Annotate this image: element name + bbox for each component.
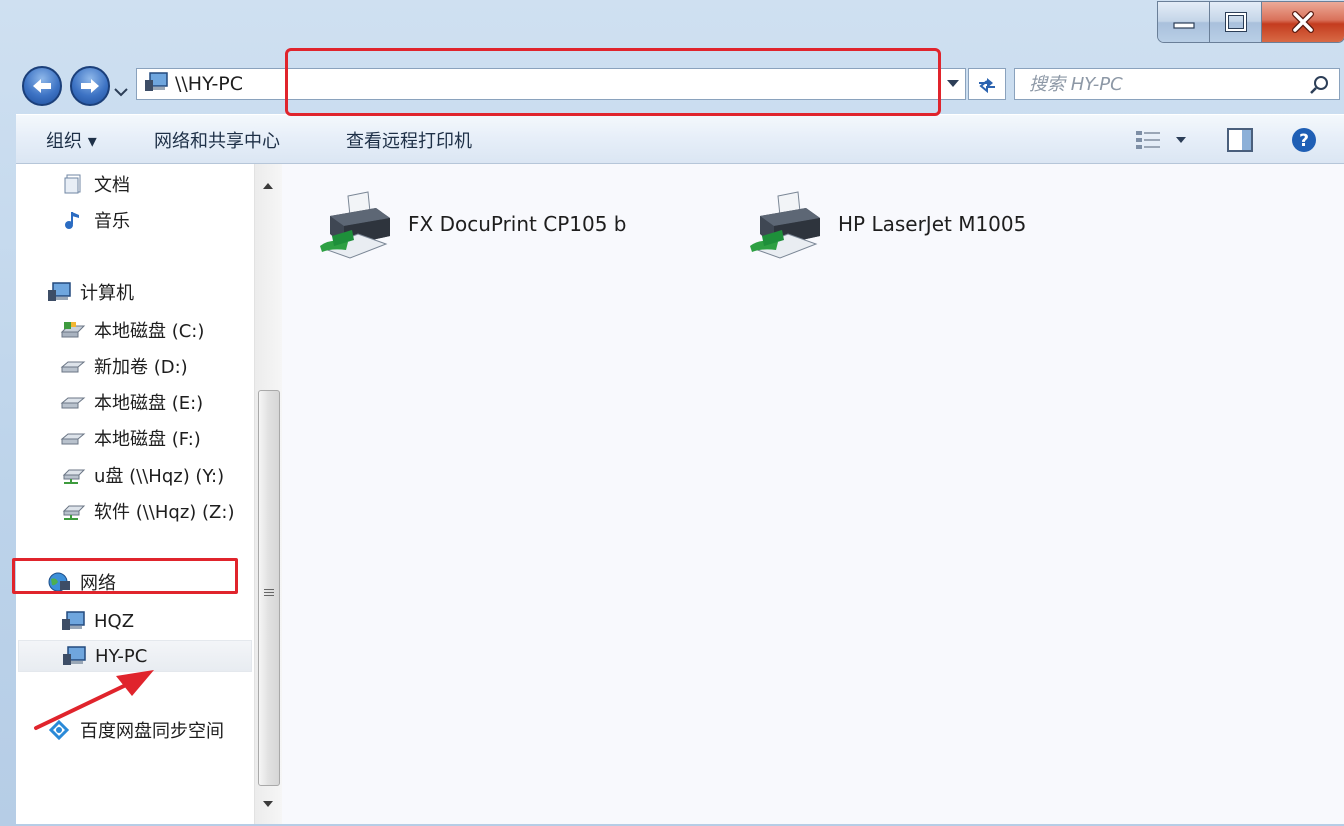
scroll-thumb[interactable] bbox=[258, 390, 280, 786]
computer-icon bbox=[46, 280, 72, 304]
triangle-down-icon bbox=[1176, 137, 1186, 143]
forward-button[interactable] bbox=[70, 66, 110, 106]
printer-name: HP LaserJet M1005 bbox=[838, 211, 1027, 236]
nav-label-hy-pc: HY-PC bbox=[95, 645, 148, 667]
view-options-button[interactable] bbox=[1134, 123, 1188, 157]
printer-icon bbox=[748, 190, 828, 267]
nav-item-drive-f[interactable]: 本地磁盘 (F:) bbox=[60, 422, 201, 454]
drive-icon bbox=[60, 354, 86, 378]
nav-item-drive-e[interactable]: 本地磁盘 (E:) bbox=[60, 386, 203, 418]
back-arrow-icon bbox=[33, 79, 51, 93]
explorer-window: \\HY-PC 组织 ▾ 网络和共享中心 查看远程打印机 ? bbox=[0, 0, 1344, 826]
system-drive-icon bbox=[60, 318, 86, 342]
nav-label-drive-d: 新加卷 (D:) bbox=[94, 357, 188, 378]
printer-item[interactable]: FX DocuPrint CP105 b bbox=[318, 190, 627, 267]
nav-item-drive-y[interactable]: u盘 (\\Hqz) (Y:) bbox=[60, 459, 224, 491]
scroll-grip-icon bbox=[264, 581, 274, 603]
preview-pane-icon bbox=[1227, 128, 1253, 152]
view-remote-printers-button[interactable]: 查看远程打印机 bbox=[346, 127, 472, 153]
music-icon bbox=[60, 208, 86, 232]
address-highlight-annotation bbox=[285, 48, 941, 116]
help-icon: ? bbox=[1292, 128, 1316, 152]
computer-icon bbox=[61, 644, 87, 668]
scroll-up-icon[interactable] bbox=[261, 174, 275, 196]
nav-label-music: 音乐 bbox=[94, 211, 130, 232]
triangle-down-icon bbox=[946, 80, 959, 87]
view-options-icon bbox=[1136, 131, 1160, 149]
close-button[interactable] bbox=[1262, 2, 1344, 42]
maximize-button[interactable] bbox=[1210, 2, 1262, 42]
nav-label-drive-e: 本地磁盘 (E:) bbox=[94, 393, 204, 414]
nav-label-drive-f: 本地磁盘 (F:) bbox=[94, 429, 201, 450]
search-input[interactable] bbox=[1029, 73, 1289, 95]
nav-label-documents: 文档 bbox=[94, 175, 130, 196]
caption-buttons bbox=[1158, 2, 1344, 42]
nav-item-drive-c[interactable]: 本地磁盘 (C:) bbox=[60, 314, 204, 346]
printer-name: FX DocuPrint CP105 b bbox=[408, 211, 627, 236]
nav-label-drive-z: 软件 (\\Hqz) (Z:) bbox=[94, 502, 235, 523]
nav-label-computer: 计算机 bbox=[80, 283, 134, 304]
search-box[interactable] bbox=[1014, 68, 1340, 100]
printer-icon bbox=[318, 190, 398, 267]
minimize-icon bbox=[1172, 22, 1195, 29]
computer-icon bbox=[143, 71, 169, 98]
network-highlight-annotation bbox=[12, 558, 238, 594]
drive-icon bbox=[60, 390, 86, 414]
network-sharing-center-button[interactable]: 网络和共享中心 bbox=[154, 127, 280, 153]
preview-pane-button[interactable] bbox=[1226, 123, 1254, 157]
red-arrow-annotation bbox=[34, 670, 154, 730]
drive-icon bbox=[60, 426, 86, 450]
printer-item[interactable]: HP LaserJet M1005 bbox=[748, 190, 1026, 267]
recent-pages-button[interactable] bbox=[114, 80, 128, 102]
nav-label-hqz: HQZ bbox=[94, 610, 135, 632]
svg-text:?: ? bbox=[1299, 131, 1309, 151]
back-button[interactable] bbox=[22, 66, 62, 106]
nav-item-drive-d[interactable]: 新加卷 (D:) bbox=[60, 350, 188, 382]
nav-item-documents[interactable]: 文档 bbox=[60, 168, 130, 200]
refresh-button[interactable] bbox=[968, 68, 1006, 100]
nav-label-drive-c: 本地磁盘 (C:) bbox=[94, 321, 205, 342]
nav-item-computer[interactable]: 计算机 bbox=[46, 276, 134, 308]
documents-icon bbox=[60, 172, 86, 196]
network-drive-icon bbox=[60, 499, 86, 523]
refresh-icon bbox=[979, 78, 995, 94]
maximize-icon bbox=[1224, 12, 1247, 32]
help-button[interactable]: ? bbox=[1290, 123, 1318, 157]
close-icon bbox=[1292, 11, 1314, 33]
forward-arrow-icon bbox=[81, 79, 99, 93]
address-path[interactable]: \\HY-PC bbox=[175, 73, 243, 95]
nav-item-music[interactable]: 音乐 bbox=[60, 204, 130, 236]
scroll-down-icon[interactable] bbox=[261, 792, 275, 814]
nav-pane-scrollbar[interactable] bbox=[254, 164, 282, 824]
nav-item-hqz[interactable]: HQZ bbox=[60, 605, 134, 637]
minimize-button[interactable] bbox=[1158, 2, 1210, 42]
computer-icon bbox=[60, 609, 86, 633]
content-pane: FX DocuPrint CP105 b HP LaserJet M1005 bbox=[282, 164, 1344, 824]
nav-item-drive-z[interactable]: 软件 (\\Hqz) (Z:) bbox=[60, 495, 234, 527]
address-dropdown-button[interactable] bbox=[939, 69, 965, 99]
organize-menu[interactable]: 组织 ▾ bbox=[46, 127, 97, 153]
nav-label-drive-y: u盘 (\\Hqz) (Y:) bbox=[94, 466, 225, 487]
command-bar: 组织 ▾ 网络和共享中心 查看远程打印机 ? bbox=[16, 114, 1344, 164]
search-icon[interactable] bbox=[1309, 75, 1329, 100]
network-drive-icon bbox=[60, 463, 86, 487]
chevron-down-icon bbox=[114, 88, 128, 97]
